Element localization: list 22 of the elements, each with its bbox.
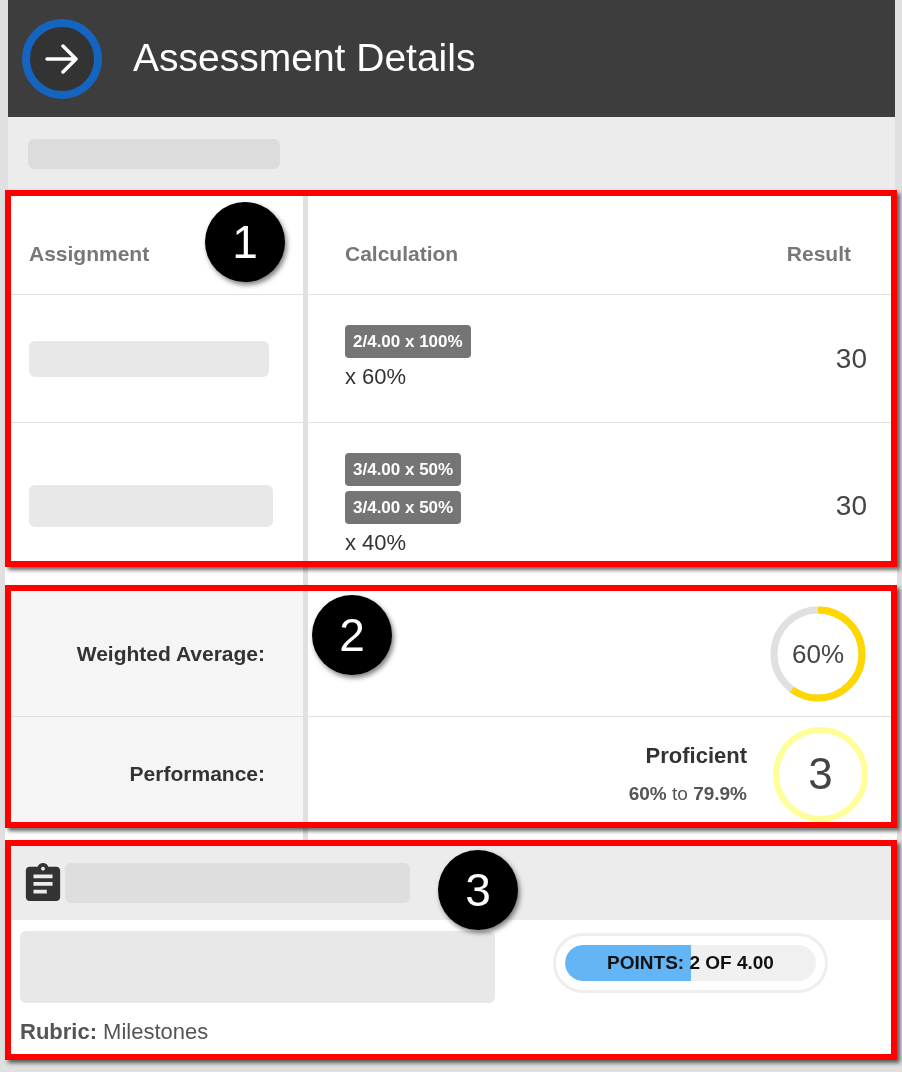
formula-badge: 2/4.00 x 100% [345,325,471,358]
label-cell: Weighted Average: [11,591,303,716]
result-value: 30 [835,341,868,376]
column-header: Result [786,241,851,268]
rating-text: Proficient [645,742,747,771]
formula-badge: 3/4.00 x 50% [345,453,462,486]
result-value: 30 [835,488,868,523]
column-header: Calculation [345,241,459,268]
arrow-right-icon [45,43,79,74]
percentage-text: 60% [792,638,844,669]
rubric-text: Rubric: Milestones [20,1018,210,1046]
weight-text: x 60% [345,363,407,391]
range-text: 60% to 79.9% [628,782,747,807]
callout-number: 1 [205,202,285,282]
clipboard-icon [24,863,62,903]
callout-number: 2 [312,595,392,675]
formula-badge: 3/4.00 x 50% [345,491,462,524]
weight-text: x 40% [345,529,407,557]
page-title: Assessment Details [133,35,476,82]
score-badge: 3 [773,726,868,822]
column-header: Assignment [29,241,150,268]
label-cell: Performance: [11,717,303,822]
